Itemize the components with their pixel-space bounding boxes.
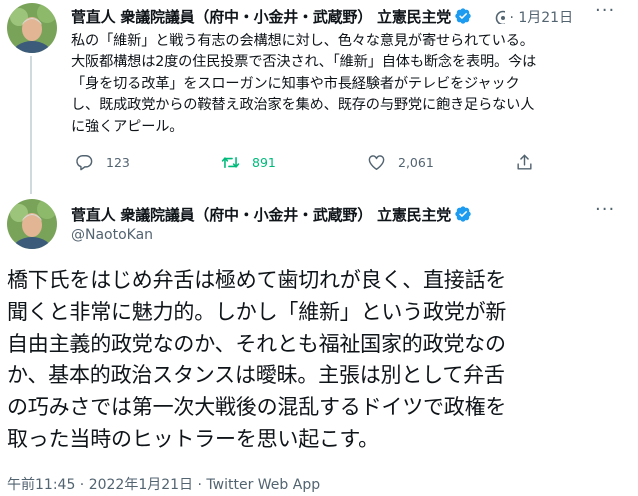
reply-button[interactable]: 123	[75, 153, 130, 172]
tweet-text-line: 取った当時のヒットラーを思い起こす。	[7, 426, 379, 451]
tweet-timestamp-source[interactable]: 午前11:45 · 2022年1月21日 · Twitter Web App	[7, 474, 320, 494]
retweet-count: 891	[252, 155, 276, 170]
like-count: 2,061	[398, 155, 434, 170]
tweet-text-line: 聞くと非常に魅力的。しかし「維新」という政党が新	[7, 299, 507, 324]
thread-tweet-text: 私の「維新」と戦う有志の会構想に対し、色々な意見が寄せられている。 大阪都構想は…	[71, 31, 619, 138]
author-handle[interactable]: @NaotoKan	[71, 227, 153, 243]
tweet-text-line: 橋下氏をはじめ弁舌は極めて歯切れが良く、直接話を	[7, 268, 507, 292]
more-dots-icon[interactable]: ···	[595, 0, 615, 21]
main-tweet-avatar[interactable]	[7, 199, 57, 249]
more-dots-icon[interactable]: ···	[595, 199, 615, 220]
tweet-text-line: し、既成政党からの鞍替え政治家を集め、既存の与野党に飽き足らない人	[71, 97, 535, 114]
thread-tweet-meta: · 1月21日	[495, 7, 573, 27]
verified-badge-icon	[455, 206, 471, 222]
meta-separator: ·	[509, 10, 514, 26]
tweet-date[interactable]: 1月21日	[518, 10, 573, 26]
retweet-button[interactable]: 891	[221, 153, 276, 172]
reply-icon	[76, 155, 93, 171]
author-name[interactable]: 菅直人 衆議院議員（府中・小金井・武蔵野） 立憲民主党	[71, 206, 451, 224]
tweet-text-line: の巧みさでは第一次大戦後の混乱するドイツで政権を	[7, 395, 507, 420]
tweet-text-line: 大阪都構想は2度の住民投票で否決され、「維新」自体も断念を表明。今は	[71, 54, 537, 71]
tweet-text-line: 私の「維新」と戦う有志の会構想に対し、色々な意見が寄せられている。	[71, 33, 534, 49]
thread-tweet-avatar[interactable]	[7, 3, 57, 53]
share-icon	[517, 154, 532, 170]
retweet-icon	[221, 156, 240, 169]
main-tweet-author[interactable]: 菅直人 衆議院議員（府中・小金井・武蔵野） 立憲民主党	[71, 204, 472, 225]
tweet-text-line: 自由主義的政党なのか、それとも福祉国家的政党なの	[7, 331, 506, 356]
tweet-text-line: か、基本的政治スタンスは曖昧。主張は別として弁舌	[7, 363, 505, 388]
author-name[interactable]: 菅直人 衆議院議員（府中・小金井・武蔵野） 立憲民主党	[71, 8, 451, 26]
heart-icon	[368, 155, 385, 170]
main-tweet-text: 橋下氏をはじめ弁舌は極めて歯切れが良く、直接話を 聞くと非常に魅力的。しかし「維…	[7, 265, 632, 456]
verified-badge-icon	[455, 8, 471, 24]
thread-tweet-author[interactable]: 菅直人 衆議院議員（府中・小金井・武蔵野） 立憲民主党	[71, 6, 472, 27]
tweet-text-line: 「身を切る改革」をスローガンに知事や市長経験者がテレビをジャック	[71, 75, 520, 92]
like-button[interactable]: 2,061	[367, 153, 434, 172]
reply-count: 123	[106, 155, 130, 170]
thread-connector-line	[30, 56, 32, 194]
partial-icon	[495, 10, 505, 24]
tweet-text-line: に強くアピール。	[71, 118, 184, 135]
share-button[interactable]	[515, 153, 546, 172]
